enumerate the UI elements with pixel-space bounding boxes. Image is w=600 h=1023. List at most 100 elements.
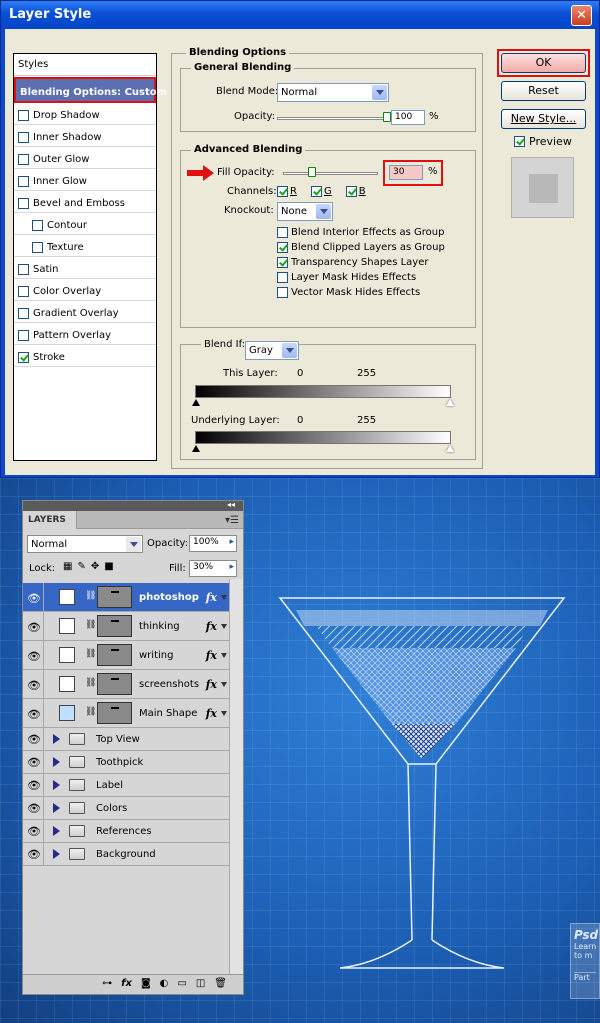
fx-icon[interactable]: fx bbox=[121, 978, 132, 994]
opacity-input[interactable]: 100 bbox=[391, 110, 425, 125]
psd-promo-card[interactable]: Psd Learn to m Part bbox=[570, 923, 600, 999]
layer-mask-thumbnail[interactable] bbox=[59, 618, 75, 634]
lock-transparent-icon[interactable]: ▦ bbox=[63, 561, 72, 572]
style-checkbox[interactable] bbox=[18, 110, 29, 121]
layer-row[interactable]: 👁 ⛓ screenshots fx bbox=[23, 670, 229, 699]
layer-thumbnail[interactable] bbox=[97, 673, 132, 695]
blend-mode-select[interactable]: Normal bbox=[277, 83, 389, 102]
expand-triangle-icon[interactable] bbox=[53, 734, 60, 744]
advanced-option-checkbox[interactable] bbox=[277, 287, 288, 298]
lock-move-icon[interactable]: ✥ bbox=[91, 561, 99, 572]
channel-checkbox[interactable] bbox=[277, 186, 288, 197]
advanced-option-row[interactable]: Blend Interior Effects as Group bbox=[277, 225, 445, 240]
style-item[interactable]: Stroke bbox=[14, 345, 156, 367]
group-name[interactable]: Colors bbox=[96, 803, 127, 814]
group-name[interactable]: References bbox=[96, 826, 152, 837]
eye-icon[interactable]: 👁 bbox=[27, 802, 41, 815]
layer-fill-input[interactable]: 30% ▸ bbox=[189, 560, 237, 577]
advanced-option-checkbox[interactable] bbox=[277, 257, 288, 268]
advanced-option-checkbox[interactable] bbox=[277, 272, 288, 283]
layer-row[interactable]: 👁 ⛓ Main Shape fx bbox=[23, 699, 229, 728]
layer-group-row[interactable]: 👁 Colors bbox=[23, 797, 229, 820]
expand-triangle-icon[interactable] bbox=[53, 803, 60, 813]
expand-triangle-icon[interactable] bbox=[53, 849, 60, 859]
lock-all-icon[interactable]: ■ bbox=[104, 561, 113, 572]
fx-icon[interactable]: fx bbox=[206, 620, 217, 633]
layer-row[interactable]: 👁 ⛓ thinking fx bbox=[23, 612, 229, 641]
expand-effects-icon[interactable] bbox=[221, 595, 227, 600]
panel-topbar[interactable]: ◂◂ bbox=[23, 500, 243, 511]
style-item[interactable]: Inner Shadow bbox=[14, 125, 156, 147]
style-item[interactable]: Contour bbox=[14, 213, 156, 235]
layers-tab[interactable]: LAYERS bbox=[23, 511, 77, 529]
fx-icon[interactable]: fx bbox=[206, 649, 217, 662]
mask-icon[interactable]: ◙ bbox=[141, 978, 151, 994]
layer-group-row[interactable]: 👁 Top View bbox=[23, 728, 229, 751]
layer-name[interactable]: writing bbox=[139, 650, 173, 661]
style-checkbox[interactable] bbox=[18, 198, 29, 209]
chain-link-icon[interactable]: ⛓ bbox=[85, 620, 96, 630]
expand-triangle-icon[interactable] bbox=[53, 757, 60, 767]
eye-icon[interactable]: 👁 bbox=[27, 679, 41, 692]
style-checkbox[interactable] bbox=[18, 176, 29, 187]
expand-effects-icon[interactable] bbox=[221, 682, 227, 687]
fill-opacity-slider-thumb[interactable] bbox=[307, 167, 316, 177]
advanced-option-checkbox[interactable] bbox=[277, 242, 288, 253]
new-style-button[interactable]: New Style... bbox=[501, 109, 586, 129]
style-checkbox[interactable] bbox=[18, 308, 29, 319]
new-layer-icon[interactable]: ◫ bbox=[196, 978, 205, 994]
style-item[interactable]: Blending Options: Custom bbox=[14, 77, 167, 103]
style-checkbox[interactable] bbox=[32, 220, 43, 231]
layer-row[interactable]: 👁 ⛓ photoshop fx bbox=[23, 583, 229, 612]
expand-effects-icon[interactable] bbox=[221, 624, 227, 629]
layer-name[interactable]: thinking bbox=[139, 621, 180, 632]
style-item[interactable]: Pattern Overlay bbox=[14, 323, 156, 345]
eye-icon[interactable]: 👁 bbox=[27, 779, 41, 792]
layer-row[interactable]: 👁 ⛓ writing fx bbox=[23, 641, 229, 670]
layer-thumbnail[interactable] bbox=[97, 702, 132, 724]
style-item[interactable]: Inner Glow bbox=[14, 169, 156, 191]
layer-opacity-input[interactable]: 100% ▸ bbox=[189, 535, 237, 552]
advanced-option-row[interactable]: Transparency Shapes Layer bbox=[277, 255, 445, 270]
fx-icon[interactable]: fx bbox=[206, 591, 217, 604]
fill-opacity-slider[interactable] bbox=[283, 172, 378, 175]
style-item[interactable]: Outer Glow bbox=[14, 147, 156, 169]
group-name[interactable]: Background bbox=[96, 849, 156, 860]
layer-name[interactable]: screenshots bbox=[139, 679, 199, 690]
close-button[interactable]: ✕ bbox=[571, 5, 592, 26]
eye-icon[interactable]: 👁 bbox=[27, 848, 41, 861]
opacity-slider-thumb[interactable] bbox=[383, 112, 391, 122]
layer-blend-mode-select[interactable]: Normal bbox=[27, 535, 143, 553]
style-checkbox[interactable] bbox=[18, 330, 29, 341]
layer-thumbnail[interactable] bbox=[97, 644, 132, 666]
group-name[interactable]: Top View bbox=[96, 734, 140, 745]
opacity-slider[interactable] bbox=[277, 117, 387, 120]
style-checkbox[interactable] bbox=[18, 286, 29, 297]
channel-toggle[interactable]: B bbox=[345, 186, 366, 197]
layer-group-row[interactable]: 👁 Background bbox=[23, 843, 229, 866]
chain-link-icon[interactable]: ⛓ bbox=[85, 678, 96, 688]
layer-mask-thumbnail[interactable] bbox=[59, 705, 75, 721]
style-checkbox[interactable] bbox=[18, 352, 29, 363]
style-checkbox[interactable] bbox=[18, 132, 29, 143]
styles-header[interactable]: Styles bbox=[14, 54, 156, 76]
eye-icon[interactable]: 👁 bbox=[27, 825, 41, 838]
eye-icon[interactable]: 👁 bbox=[27, 621, 41, 634]
reset-button[interactable]: Reset bbox=[501, 81, 586, 101]
layer-group-row[interactable]: 👁 Toothpick bbox=[23, 751, 229, 774]
style-item[interactable]: Gradient Overlay bbox=[14, 301, 156, 323]
layer-group-row[interactable]: 👁 Label bbox=[23, 774, 229, 797]
layer-name[interactable]: Main Shape bbox=[139, 708, 197, 719]
advanced-option-row[interactable]: Blend Clipped Layers as Group bbox=[277, 240, 445, 255]
expand-effects-icon[interactable] bbox=[221, 711, 227, 716]
chain-link-icon[interactable]: ⛓ bbox=[85, 707, 96, 717]
layer-thumbnail[interactable] bbox=[97, 615, 132, 637]
preview-checkbox[interactable] bbox=[514, 136, 525, 147]
channel-toggle[interactable]: G bbox=[310, 186, 332, 197]
layer-thumbnail[interactable] bbox=[97, 586, 132, 608]
dialog-titlebar[interactable]: Layer Style ✕ bbox=[1, 1, 599, 29]
layer-group-row[interactable]: 👁 References bbox=[23, 820, 229, 843]
channel-checkbox[interactable] bbox=[345, 186, 357, 197]
chain-link-icon[interactable]: ⛓ bbox=[85, 649, 96, 659]
eye-icon[interactable]: 👁 bbox=[27, 708, 41, 721]
